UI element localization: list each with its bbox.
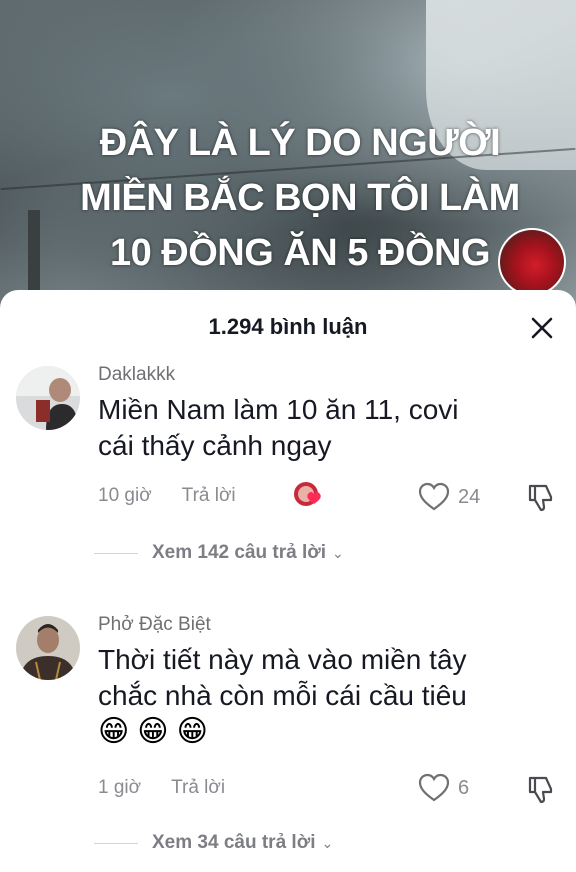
dislike-button[interactable] <box>524 772 558 806</box>
video-caption: ĐÂY LÀ LÝ DO NGƯỜI MIỀN BẮC BỌN TÔI LÀM … <box>40 116 560 281</box>
user-photo-icon <box>16 366 80 430</box>
thumbs-down-icon <box>528 776 553 804</box>
video-background[interactable]: ĐÂY LÀ LÝ DO NGƯỜI MIỀN BẮC BỌN TÔI LÀM … <box>0 0 576 320</box>
comments-sheet: 1.294 bình luận Daklakkk Miền Nam làm 10… <box>0 290 576 872</box>
view-replies-label: Xem 34 câu trả lời <box>152 832 316 853</box>
user-photo-icon <box>16 616 80 680</box>
replies-divider <box>94 842 138 844</box>
comment-text-line: Miền Nam làm 10 ăn 11, covi <box>98 394 459 425</box>
dislike-button[interactable] <box>524 480 558 514</box>
grin-emoji-icon: 😁 <box>98 714 130 749</box>
like-button[interactable]: 6 <box>418 773 469 803</box>
comment-time: 1 giờ <box>98 777 142 798</box>
view-replies-button[interactable]: Xem 34 câu trả lời ⌄ <box>94 832 333 854</box>
comment-emojis: 😁 😁 😁 <box>98 714 208 750</box>
like-count: 24 <box>458 485 481 508</box>
comment-text-line: chắc nhà còn mỗi cái cầu tiêu <box>98 680 467 711</box>
comment-text-line: Thời tiết này mà vào miền tây <box>98 644 467 675</box>
like-count: 6 <box>458 776 470 799</box>
like-button[interactable]: 24 <box>418 482 480 512</box>
comments-count-title: 1.294 bình luận <box>208 314 368 339</box>
grin-emoji-icon: 😁 <box>176 714 208 749</box>
comment-username[interactable]: Daklakkk <box>98 364 175 386</box>
comment-text-line: cái thấy cảnh ngay <box>98 430 332 461</box>
heart-icon <box>418 482 450 511</box>
reply-button[interactable]: Trả lời <box>171 777 225 799</box>
view-replies-button[interactable]: Xem 142 câu trả lời ⌄ <box>94 542 344 564</box>
view-replies-label: Xem 142 câu trả lời <box>152 542 327 563</box>
comment-time: 10 giờ <box>98 485 152 506</box>
chevron-down-icon: ⌄ <box>321 834 334 851</box>
avatar[interactable] <box>16 366 80 430</box>
chevron-down-icon: ⌄ <box>332 544 344 561</box>
caption-line-2: MIỀN BẮC BỌN TÔI LÀM <box>80 177 520 219</box>
grin-emoji-icon: 😁 <box>137 714 169 749</box>
caption-line-1: ĐÂY LÀ LÝ DO NGƯỜI <box>99 122 501 164</box>
close-icon <box>531 317 553 339</box>
replies-divider <box>94 552 138 554</box>
creator-avatar[interactable] <box>498 228 566 296</box>
comment-text: Thời tiết này mà vào miền tây chắc nhà c… <box>98 642 548 714</box>
creator-liked-icon <box>294 482 321 506</box>
caption-line-3: 10 ĐỒNG ĂN 5 ĐỒNG <box>109 232 491 274</box>
close-button[interactable] <box>524 310 560 346</box>
comment-username[interactable]: Phở Đặc Biệt <box>98 614 211 636</box>
heart-icon <box>418 773 450 802</box>
comment-meta-final: 1 giờ Trả lời <box>98 777 225 799</box>
creator-liked-sticker <box>292 480 326 508</box>
avatar[interactable] <box>16 616 80 680</box>
reply-button[interactable]: Trả lời <box>182 485 236 507</box>
comment-meta: 10 giờ Trả lời <box>98 485 236 507</box>
thumbs-down-icon <box>528 484 553 512</box>
comment-text: Miền Nam làm 10 ăn 11, covi cái thấy cản… <box>98 392 548 464</box>
